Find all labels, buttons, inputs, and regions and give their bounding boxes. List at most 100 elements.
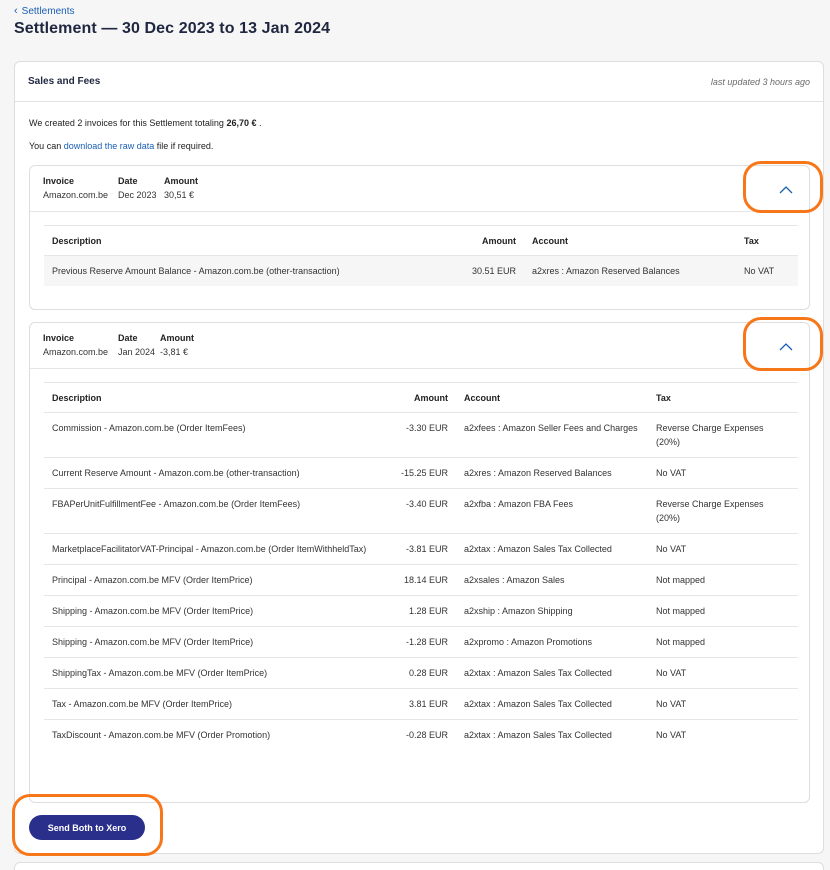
invoice-date: Dec 2023 bbox=[118, 190, 157, 200]
line-description: Principal - Amazon.com.be MFV (Order Ite… bbox=[44, 564, 386, 596]
invoice-header-1: Invoice Amazon.com.be Date Dec 2023 Amou… bbox=[30, 166, 809, 212]
invoice-2-lines-table: Description Amount Account Tax Commissio… bbox=[44, 382, 798, 750]
breadcrumb[interactable]: ‹ Settlements bbox=[14, 5, 75, 18]
line-tax: Not mapped bbox=[648, 595, 798, 627]
next-card-edge bbox=[14, 862, 824, 870]
date-label: Date bbox=[118, 333, 138, 343]
line-amount: -3.81 EUR bbox=[386, 533, 456, 565]
sales-and-fees-card: Sales and Fees last updated 3 hours ago … bbox=[14, 61, 824, 854]
last-updated-text: last updated 3 hours ago bbox=[710, 76, 810, 87]
summary-text: We created 2 invoices for this Settlemen… bbox=[29, 118, 224, 128]
chevron-left-icon: ‹ bbox=[14, 5, 18, 17]
line-description: Previous Reserve Amount Balance - Amazon… bbox=[44, 255, 454, 286]
page-title: Settlement — 30 Dec 2023 to 13 Jan 2024 bbox=[14, 20, 331, 37]
line-account: a2xfees : Amazon Seller Fees and Charges bbox=[456, 412, 648, 458]
line-tax: No VAT bbox=[648, 533, 798, 565]
invoice-name: Amazon.com.be bbox=[43, 190, 109, 200]
invoice-col-name: Invoice Amazon.com.be bbox=[43, 176, 108, 200]
column-header-description: Description bbox=[44, 382, 386, 413]
invoice-1-lines-table: Description Amount Account Tax Previous … bbox=[44, 225, 798, 286]
summary-suffix: . bbox=[259, 118, 262, 128]
invoice-name: Amazon.com.be bbox=[43, 347, 109, 357]
line-account: a2xtax : Amazon Sales Tax Collected bbox=[456, 657, 648, 689]
line-tax: No VAT bbox=[648, 657, 798, 689]
breadcrumb-settlements-link[interactable]: Settlements bbox=[22, 6, 75, 17]
column-header-description: Description bbox=[44, 225, 454, 256]
line-tax: Not mapped bbox=[648, 626, 798, 658]
line-account: a2xres : Amazon Reserved Balances bbox=[524, 255, 736, 286]
line-description: Current Reserve Amount - Amazon.com.be (… bbox=[44, 457, 386, 489]
line-account: a2xpromo : Amazon Promotions bbox=[456, 626, 648, 658]
line-amount: -1.28 EUR bbox=[386, 626, 456, 658]
invoice-col-amount: Amount -3,81 € bbox=[160, 333, 194, 357]
line-account: a2xtax : Amazon Sales Tax Collected bbox=[464, 730, 612, 740]
highlight-send-button bbox=[12, 794, 163, 856]
date-label: Date bbox=[118, 176, 138, 186]
line-tax: Reverse Charge Expenses (20%) bbox=[648, 412, 798, 458]
invoice-label: Invoice bbox=[43, 176, 75, 186]
line-description: Shipping - Amazon.com.be MFV (Order Item… bbox=[44, 626, 386, 658]
line-description: ShippingTax - Amazon.com.be MFV (Order I… bbox=[44, 657, 386, 689]
summary-total: 26,70 € bbox=[226, 118, 257, 128]
line-amount: 3.81 EUR bbox=[386, 688, 456, 720]
card-title: Sales and Fees bbox=[28, 76, 101, 87]
invoice-amount: -3,81 € bbox=[160, 347, 189, 357]
highlight-collapse-1 bbox=[743, 161, 823, 213]
line-description: Commission - Amazon.com.be (Order ItemFe… bbox=[44, 412, 386, 458]
invoice-col-amount: Amount 30,51 € bbox=[164, 176, 198, 200]
column-header-account: Account bbox=[524, 225, 736, 256]
invoice-panel-2: Invoice Amazon.com.be Date Jan 2024 Amou… bbox=[29, 322, 810, 803]
invoice-date: Jan 2024 bbox=[118, 347, 156, 357]
table-row: Current Reserve Amount - Amazon.com.be (… bbox=[44, 457, 798, 489]
column-header-tax: Tax bbox=[648, 382, 798, 413]
download-raw-data-link[interactable]: download the raw data bbox=[64, 141, 155, 151]
table-row: Principal - Amazon.com.be MFV (Order Ite… bbox=[44, 564, 798, 596]
table-row: TaxDiscount - Amazon.com.be MFV (Order P… bbox=[44, 720, 798, 751]
line-tax: No VAT bbox=[736, 255, 798, 286]
line-amount: -15.25 EUR bbox=[386, 457, 456, 489]
download-suffix: file if required. bbox=[156, 141, 214, 151]
line-amount: -0.28 EUR bbox=[405, 730, 448, 740]
line-tax: Not mapped bbox=[648, 564, 798, 596]
line-account: a2xfba : Amazon FBA Fees bbox=[456, 488, 648, 534]
line-amount: 0.28 EUR bbox=[386, 657, 456, 689]
line-tax: Reverse Charge Expenses (20%) bbox=[648, 488, 798, 534]
line-description: TaxDiscount - Amazon.com.be MFV (Order P… bbox=[52, 730, 271, 740]
line-description: Shipping - Amazon.com.be MFV (Order Item… bbox=[44, 595, 386, 627]
table-row: FBAPerUnitFulfillmentFee - Amazon.com.be… bbox=[44, 488, 798, 534]
invoice-header-2: Invoice Amazon.com.be Date Jan 2024 Amou… bbox=[30, 323, 809, 369]
table-row: Tax - Amazon.com.be MFV (Order ItemPrice… bbox=[44, 688, 798, 720]
invoice-col-date: Date Dec 2023 bbox=[118, 176, 157, 200]
download-prefix: You can bbox=[29, 141, 62, 151]
invoice-col-name: Invoice Amazon.com.be bbox=[43, 333, 108, 357]
line-description: Tax - Amazon.com.be MFV (Order ItemPrice… bbox=[44, 688, 386, 720]
line-description: FBAPerUnitFulfillmentFee - Amazon.com.be… bbox=[44, 488, 386, 534]
line-account: a2xship : Amazon Shipping bbox=[456, 595, 648, 627]
invoice-col-date: Date Jan 2024 bbox=[118, 333, 155, 357]
column-header-account: Account bbox=[456, 382, 648, 413]
amount-label: Amount bbox=[164, 176, 198, 186]
line-amount: 1.28 EUR bbox=[386, 595, 456, 627]
column-header-tax: Tax bbox=[736, 225, 798, 256]
line-tax: No VAT bbox=[648, 688, 798, 720]
invoice-panel-1: Invoice Amazon.com.be Date Dec 2023 Amou… bbox=[29, 165, 810, 310]
line-tax: No VAT bbox=[648, 457, 798, 489]
invoice-label: Invoice bbox=[43, 333, 75, 343]
line-amount: 30.51 EUR bbox=[454, 255, 524, 286]
table-row: MarketplaceFacilitatorVAT-Principal - Am… bbox=[44, 533, 798, 565]
invoice-summary: We created 2 invoices for this Settlemen… bbox=[29, 118, 262, 128]
table-row: Commission - Amazon.com.be (Order ItemFe… bbox=[44, 412, 798, 458]
line-amount: 18.14 EUR bbox=[386, 564, 456, 596]
table-row: Shipping - Amazon.com.be MFV (Order Item… bbox=[44, 626, 798, 658]
table-row: ShippingTax - Amazon.com.be MFV (Order I… bbox=[44, 657, 798, 689]
line-account: a2xres : Amazon Reserved Balances bbox=[456, 457, 648, 489]
column-header-amount: Amount bbox=[386, 382, 456, 413]
table-row: Shipping - Amazon.com.be MFV (Order Item… bbox=[44, 595, 798, 627]
download-note: You can download the raw data file if re… bbox=[29, 141, 213, 151]
card-header: Sales and Fees last updated 3 hours ago bbox=[15, 62, 823, 102]
line-description: MarketplaceFacilitatorVAT-Principal - Am… bbox=[44, 533, 386, 565]
invoice-amount: 30,51 € bbox=[164, 190, 195, 200]
line-account: a2xtax : Amazon Sales Tax Collected bbox=[456, 533, 648, 565]
line-tax: No VAT bbox=[656, 730, 687, 740]
highlight-collapse-2 bbox=[743, 317, 823, 371]
